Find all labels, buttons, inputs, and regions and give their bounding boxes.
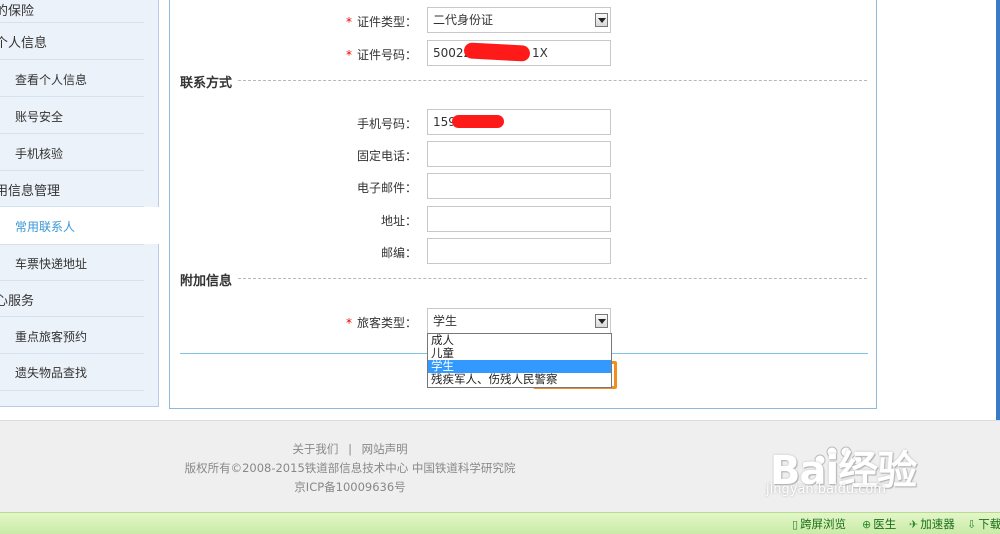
redaction-mark xyxy=(463,42,531,62)
footer-separator: | xyxy=(348,442,352,456)
postcode-label: 邮编： xyxy=(380,246,417,260)
about-link[interactable]: 关于我们 xyxy=(292,442,338,456)
right-edge-bar xyxy=(996,0,1000,420)
passenger-type-select[interactable]: 学生 xyxy=(427,308,611,334)
download-icon: ⇩ xyxy=(967,518,977,531)
sidebar-item-label: 账号安全 xyxy=(15,110,64,124)
doctor-button[interactable]: ⊕ 医生 xyxy=(862,516,896,532)
address-label: 地址： xyxy=(380,214,417,228)
sidebar-item-phone-verify[interactable]: 手机核验 xyxy=(0,134,144,171)
chevron-down-icon[interactable] xyxy=(595,314,608,328)
dropdown-option-adult[interactable]: 成人 xyxy=(428,334,611,347)
email-field[interactable] xyxy=(427,173,611,199)
required-mark: * xyxy=(345,15,352,29)
baidu-jingyan-watermark: Bai经验 jingyan.baidu.com xyxy=(762,430,952,512)
sidebar-item-label: 查看个人信息 xyxy=(15,73,88,87)
contact-section-title: 联系方式 xyxy=(180,72,239,91)
passenger-type-dropdown: 成人 儿童 学生 残疾军人、伤残人民警察 xyxy=(427,333,612,388)
sidebar-item-delivery-address[interactable]: 车票快递地址 xyxy=(0,244,144,281)
statement-link[interactable]: 网站声明 xyxy=(362,442,408,456)
address-field[interactable] xyxy=(427,206,611,232)
accelerator-button[interactable]: ✈ 加速器 xyxy=(909,516,955,532)
landline-label: 固定电话： xyxy=(356,149,417,163)
sidebar-item-label: 常用联系人 xyxy=(15,220,76,234)
browser-status-bar: ▯ 跨屏浏览 ⊕ 医生 ✈ 加速器 ⇩ 下载 xyxy=(0,512,1000,534)
sidebar-item-account-security[interactable]: 账号安全 xyxy=(0,97,144,134)
phone-label: 手机号码： xyxy=(356,117,417,131)
id-type-label-text: 证件类型： xyxy=(356,15,417,29)
sidebar-item-label: 遗失物品查找 xyxy=(15,366,88,380)
id-number-suffix: 1X xyxy=(532,46,548,60)
landline-field[interactable] xyxy=(427,141,611,167)
sidebar-item-label: 手机核验 xyxy=(15,147,64,161)
dropdown-option-disabled-military[interactable]: 残疾军人、伤残人民警察 xyxy=(428,373,611,386)
sidebar-item-key-passenger[interactable]: 重点旅客预约 xyxy=(0,317,144,354)
download-label: 下载 xyxy=(978,517,1000,531)
sidebar-item-contacts[interactable]: 常用联系人 xyxy=(0,207,159,244)
sidebar-head-label: 的保险 xyxy=(0,4,35,19)
id-type-label: * 证件类型： xyxy=(297,13,417,30)
id-number-label: * 证件号码： xyxy=(297,46,417,63)
rocket-icon: ✈ xyxy=(909,518,919,531)
cross-screen-button[interactable]: ▯ 跨屏浏览 xyxy=(792,516,846,532)
sidebar-item-lost-found[interactable]: 遗失物品查找 xyxy=(0,354,144,391)
redaction-mark xyxy=(452,115,504,128)
footer-copyright: 版权所有©2008-2015铁道部信息技术中心 中国铁道科学研究院 xyxy=(184,461,516,475)
shield-icon: ⊕ xyxy=(862,518,872,531)
section-divider xyxy=(238,278,867,279)
sidebar-head-common-info[interactable]: 用信息管理 xyxy=(0,171,144,207)
section-divider xyxy=(238,80,867,81)
footer-icp: 京ICP备10009636号 xyxy=(294,480,406,494)
postcode-field[interactable] xyxy=(427,238,611,264)
email-label: 电子邮件： xyxy=(356,181,417,195)
required-mark: * xyxy=(345,48,352,62)
sidebar-item-label: 重点旅客预约 xyxy=(15,330,88,344)
doctor-label: 医生 xyxy=(873,517,897,531)
watermark-url: jingyan.baidu.com xyxy=(766,482,886,497)
sidebar-item-label: 车票快递地址 xyxy=(15,257,88,271)
sidebar-head-label: 个人信息 xyxy=(0,36,48,51)
dropdown-option-child[interactable]: 儿童 xyxy=(428,347,611,360)
sidebar-head-label: 用信息管理 xyxy=(0,184,61,199)
passenger-type-value: 学生 xyxy=(433,314,458,328)
chevron-down-icon[interactable] xyxy=(595,13,608,27)
sidebar-head-label: 心服务 xyxy=(0,294,35,309)
sidebar-head-care-service[interactable]: 心服务 xyxy=(0,281,144,317)
passenger-type-label-text: 旅客类型： xyxy=(356,316,417,330)
phone-icon: ▯ xyxy=(792,518,799,531)
sidebar-head-personal-info[interactable]: 个人信息 xyxy=(0,23,144,60)
site-footer: 关于我们 | 网站声明 版权所有©2008-2015铁道部信息技术中心 中国铁道… xyxy=(0,420,1000,512)
sidebar-head-insurance[interactable]: 的保险 xyxy=(0,0,144,23)
footer-links: 关于我们 | 网站声明 xyxy=(0,441,850,457)
accelerator-label: 加速器 xyxy=(920,517,955,531)
sidebar-item-view-info[interactable]: 查看个人信息 xyxy=(0,60,144,97)
download-button[interactable]: ⇩ 下载 xyxy=(967,516,1000,532)
cross-screen-label: 跨屏浏览 xyxy=(800,517,847,531)
sidebar-nav: 的保险 个人信息 查看个人信息 账号安全 手机核验 用信息管理 常用联系人 车票… xyxy=(0,0,159,407)
passenger-type-label: * 旅客类型： xyxy=(297,314,417,331)
id-number-label-text: 证件号码： xyxy=(356,48,417,62)
extra-section-title: 附加信息 xyxy=(180,270,239,289)
id-type-value: 二代身份证 xyxy=(433,13,494,27)
id-type-select[interactable]: 二代身份证 xyxy=(427,7,611,33)
required-mark: * xyxy=(345,316,352,330)
